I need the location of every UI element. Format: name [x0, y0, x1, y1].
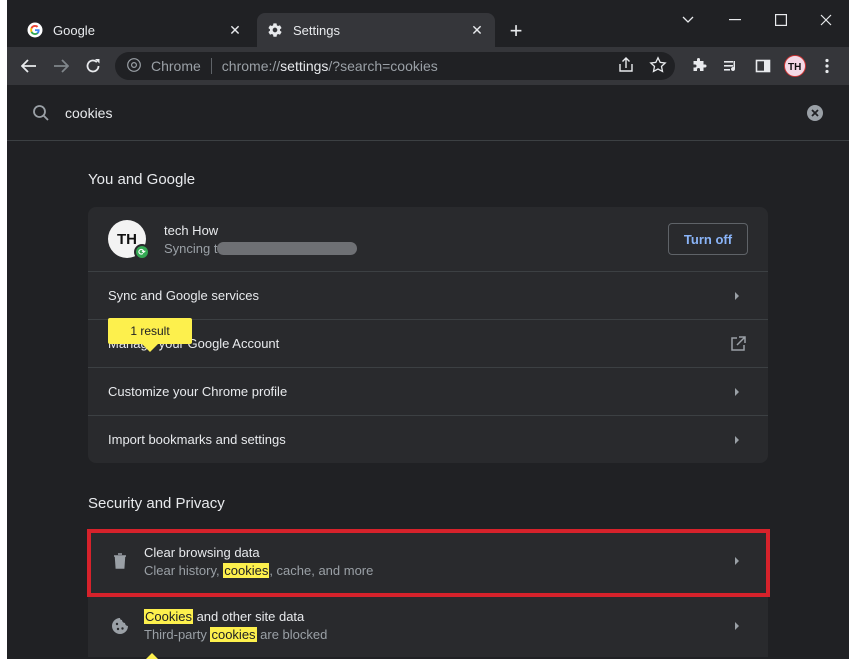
- turn-off-sync-button[interactable]: Turn off: [668, 223, 748, 255]
- search-input[interactable]: [65, 102, 765, 124]
- sidebar-item-customize-profile[interactable]: Customize your Chrome profile: [88, 367, 768, 415]
- trash-icon: [108, 549, 132, 573]
- tab-settings[interactable]: Settings ✕: [257, 13, 495, 47]
- search-highlight: Cookies: [144, 609, 193, 624]
- settings-search-bar: [7, 85, 849, 141]
- open-external-icon: [731, 336, 746, 351]
- clear-search-icon[interactable]: [806, 104, 824, 122]
- section-title-you-and-google: You and Google: [88, 171, 196, 188]
- divider: [210, 58, 212, 74]
- chevron-right-icon: [735, 436, 739, 444]
- close-icon[interactable]: ✕: [469, 22, 485, 38]
- new-tab-button[interactable]: +: [505, 20, 527, 42]
- search-highlight: cookies: [210, 627, 257, 642]
- share-icon[interactable]: [617, 56, 635, 77]
- chrome-icon: [127, 57, 141, 75]
- tab-title: Google: [53, 22, 95, 38]
- chevron-right-icon: [735, 292, 739, 300]
- profile-sync-status: Syncing t: [164, 241, 358, 256]
- profile-row: TH ⟳ tech How Syncing t Turn off: [88, 207, 768, 271]
- toolbar: Chrome chrome://settings/?search=cookies…: [7, 47, 849, 85]
- row-title: Clear browsing data: [144, 544, 260, 560]
- chevron-right-icon: [735, 557, 739, 565]
- media-control-icon[interactable]: [719, 54, 743, 78]
- cookies-site-data-row[interactable]: Cookies and other site data Third-party …: [88, 593, 768, 657]
- reload-icon[interactable]: [81, 54, 105, 78]
- avatar: TH ⟳: [108, 220, 150, 260]
- tab-search-chevron-icon[interactable]: [676, 8, 700, 32]
- chevron-right-icon: [735, 388, 739, 396]
- row-title: Cookies and other site data: [144, 609, 305, 624]
- forward-arrow-icon[interactable]: [49, 54, 73, 78]
- maximize-icon[interactable]: [769, 8, 793, 32]
- sidebar-item-import-bookmarks[interactable]: Import bookmarks and settings: [88, 415, 768, 463]
- section-title-security-privacy: Security and Privacy: [88, 495, 225, 512]
- browser-window: Google ✕ Settings ✕ + Chrome chrome://se…: [7, 0, 849, 659]
- chevron-right-icon: [735, 622, 739, 630]
- cookie-icon: [108, 614, 132, 638]
- address-bar[interactable]: Chrome chrome://settings/?search=cookies: [115, 52, 675, 80]
- row-subtitle: Third-party cookies are blocked: [144, 627, 328, 642]
- settings-content: You and Google TH ⟳ tech How Syncing t T…: [7, 141, 849, 659]
- security-privacy-card: Clear browsing data Clear history, cooki…: [88, 529, 768, 657]
- extensions-icon[interactable]: [687, 54, 711, 78]
- side-panel-icon[interactable]: [751, 54, 775, 78]
- redacted-email: [217, 241, 358, 255]
- row-label: Sync and Google services: [108, 288, 260, 303]
- back-arrow-icon[interactable]: [17, 54, 41, 78]
- google-icon: [27, 22, 43, 38]
- sidebar-item-sync[interactable]: Sync and Google services: [88, 271, 768, 319]
- row-label: Import bookmarks and settings: [108, 432, 286, 447]
- search-result-tooltip: 1 result: [108, 318, 192, 352]
- row-subtitle: Clear history, cookies, cache, and more: [144, 562, 374, 578]
- bookmark-star-icon[interactable]: [649, 56, 667, 77]
- gear-icon: [267, 22, 283, 38]
- title-bar: Google ✕ Settings ✕ +: [7, 0, 849, 47]
- search-icon: [32, 104, 50, 122]
- tab-title: Settings: [293, 22, 340, 38]
- minimize-icon[interactable]: [723, 8, 747, 32]
- svg-text:TH: TH: [788, 62, 801, 73]
- sync-icon: ⟳: [134, 244, 150, 260]
- url-text: chrome://settings/?search=cookies: [221, 58, 438, 74]
- tooltip-arrow: [145, 653, 159, 659]
- site-label: Chrome: [151, 58, 201, 74]
- profile-name: tech How: [164, 222, 219, 238]
- close-icon[interactable]: ✕: [227, 22, 243, 38]
- close-window-icon[interactable]: [814, 8, 838, 32]
- profile-avatar-icon[interactable]: TH: [783, 54, 807, 78]
- search-highlight: cookies: [223, 562, 270, 578]
- clear-browsing-data-row[interactable]: Clear browsing data Clear history, cooki…: [88, 529, 768, 593]
- more-menu-icon[interactable]: [815, 54, 839, 78]
- row-label: Customize your Chrome profile: [108, 384, 288, 399]
- tab-google[interactable]: Google ✕: [17, 13, 253, 47]
